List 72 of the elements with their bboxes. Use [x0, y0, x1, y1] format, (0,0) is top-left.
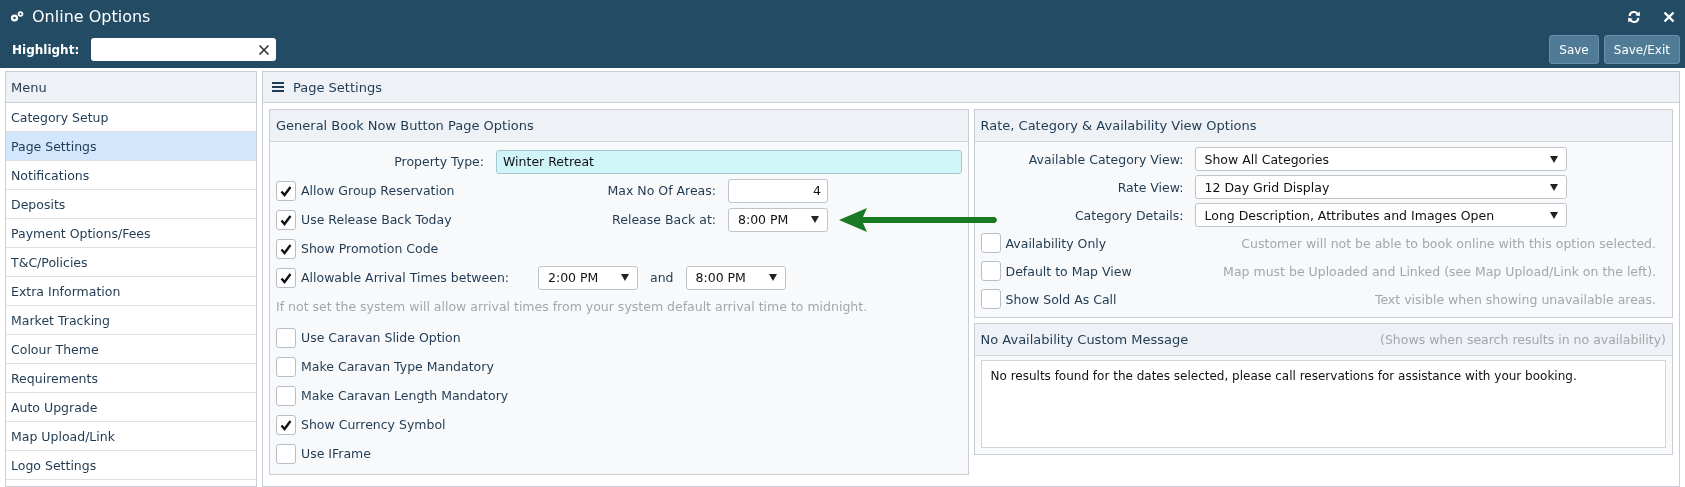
close-icon	[1663, 10, 1675, 23]
highlight-label: Highlight:	[12, 42, 80, 57]
section-title: No Availability Custom Message	[980, 332, 1189, 347]
check-icon	[280, 271, 292, 284]
message-field[interactable]: No results found for the dates selected, please call reservations for assistance with your booking.	[980, 360, 1666, 448]
caret-icon	[621, 274, 629, 281]
check-icon	[280, 418, 292, 431]
highlight-field[interactable]	[91, 38, 277, 61]
checkbox[interactable]	[276, 209, 296, 230]
checkbox-label[interactable]: Allowable Arrival Times between:	[301, 270, 510, 285]
checkbox[interactable]	[276, 267, 296, 288]
menu-header: Menu	[6, 72, 256, 103]
clear-icon	[258, 43, 271, 56]
help-text: (Shows when search results in no availability)	[1380, 332, 1666, 347]
time-dropdown[interactable]: 2:00 PM	[538, 265, 638, 290]
caret-icon	[768, 274, 777, 281]
menu-icon	[272, 82, 284, 92]
check-icon	[280, 184, 292, 197]
checkbox-label[interactable]: Make Caravan Type Mandatory	[301, 359, 494, 374]
help-text: Customer will not be able to book online with this option selected.	[1241, 235, 1657, 251]
checkbox[interactable]	[980, 261, 1001, 281]
help-text: Map must be Uploaded and Linked (see Map Upload/Link on the left).	[1223, 263, 1657, 279]
number-field[interactable]: 4	[728, 178, 828, 203]
window-title: Online Options	[32, 7, 152, 26]
checkbox-label[interactable]: Make Caravan Length Mandatory	[301, 388, 509, 403]
caret-icon	[1549, 155, 1558, 163]
check-icon	[280, 213, 292, 226]
checkbox-label[interactable]: Use IFrame	[301, 446, 371, 461]
field-label: Property Type:	[393, 154, 485, 169]
menu-item[interactable]: Page Settings	[6, 132, 256, 161]
check-icon	[280, 242, 292, 255]
help-text: Text visible when showing unavailable areas.	[1374, 291, 1657, 307]
caret-icon	[811, 216, 819, 223]
refresh-icon	[1627, 9, 1641, 24]
checkbox-label[interactable]: Use Caravan Slide Option	[301, 330, 461, 345]
joiner-text: and	[650, 270, 674, 285]
checkbox-label[interactable]: Show Promotion Code	[301, 241, 439, 256]
checkbox-label[interactable]: Show Currency Symbol	[301, 417, 446, 432]
checkbox[interactable]	[276, 414, 296, 435]
time-dropdown[interactable]: 8:00 PM	[728, 207, 828, 232]
field-label: Release Back at:	[611, 212, 717, 227]
checkbox-label[interactable]: Default to Map View	[1005, 263, 1132, 279]
checkbox[interactable]	[276, 385, 296, 406]
field-label: Rate View:	[1116, 179, 1185, 195]
checkbox-label[interactable]: Allow Group Reservation	[301, 183, 455, 198]
checkbox-label[interactable]: Use Release Back Today	[301, 212, 452, 227]
time-dropdown[interactable]: 8:00 PM	[685, 265, 786, 290]
field-label: Max No Of Areas:	[606, 183, 717, 198]
dropdown[interactable]: 12 Day Grid Display	[1194, 175, 1567, 199]
help-text: If not set the system will allow arrival times from your system default arrival time to midnight.	[276, 297, 869, 316]
save-button[interactable]: Save	[1549, 35, 1599, 64]
section-title: General Book Now Button Page Options	[276, 118, 534, 133]
caret-icon	[1549, 211, 1558, 219]
property-type-field[interactable]: Winter Retreat	[496, 149, 962, 174]
checkbox-label[interactable]: Show Sold As Call	[1005, 291, 1117, 307]
checkbox[interactable]	[276, 327, 296, 348]
gears-icon	[10, 10, 24, 23]
dropdown[interactable]: Show All Categories	[1194, 147, 1567, 171]
checkbox-label[interactable]: Availability Only	[1005, 235, 1107, 251]
checkbox[interactable]	[276, 238, 296, 259]
checkbox[interactable]	[980, 233, 1001, 253]
save-exit-button[interactable]: Save/Exit	[1603, 35, 1680, 64]
checkbox[interactable]	[980, 289, 1001, 309]
section-title: Rate, Category & Availability View Options	[980, 118, 1257, 133]
caret-icon	[1549, 183, 1558, 191]
field-label: Available Category View:	[1027, 151, 1185, 167]
checkbox[interactable]	[276, 180, 296, 201]
panel-title: Page Settings	[293, 79, 382, 95]
field-label: Category Details:	[1073, 207, 1185, 223]
checkbox[interactable]	[276, 443, 296, 464]
dropdown[interactable]: Long Description, Attributes and Images Open	[1194, 203, 1567, 227]
checkbox[interactable]	[276, 356, 296, 377]
